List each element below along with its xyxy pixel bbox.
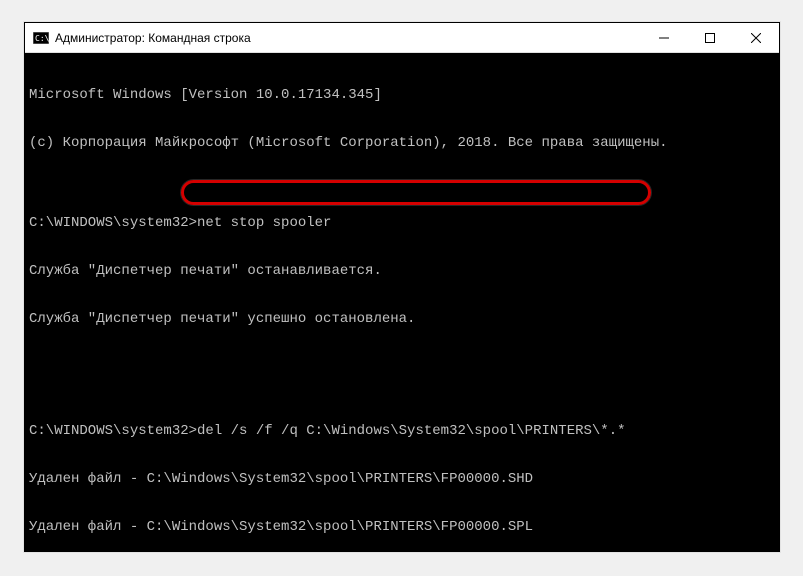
command-prompt-window: C:\ Администратор: Командная строка Micr… [24,22,780,552]
console-line: C:\WINDOWS\system32>del /s /f /q C:\Wind… [29,423,775,439]
console-line: (c) Корпорация Майкрософт (Microsoft Cor… [29,135,775,151]
window-controls [641,23,779,52]
svg-text:C:\: C:\ [35,34,49,43]
maximize-button[interactable] [687,23,733,53]
annotation-highlight [181,180,651,205]
window-title: Администратор: Командная строка [55,31,641,45]
console-line: Удален файл - C:\Windows\System32\spool\… [29,519,775,535]
console-line: Удален файл - C:\Windows\System32\spool\… [29,471,775,487]
minimize-button[interactable] [641,23,687,53]
titlebar[interactable]: C:\ Администратор: Командная строка [25,23,779,53]
console-line: Служба "Диспетчер печати" останавливаетс… [29,263,775,279]
console-output[interactable]: Microsoft Windows [Version 10.0.17134.34… [25,53,779,551]
close-button[interactable] [733,23,779,53]
cmd-icon: C:\ [33,30,49,46]
console-line: C:\WINDOWS\system32>net stop spooler [29,215,775,231]
console-line: Microsoft Windows [Version 10.0.17134.34… [29,87,775,103]
console-line: Служба "Диспетчер печати" успешно остано… [29,311,775,327]
